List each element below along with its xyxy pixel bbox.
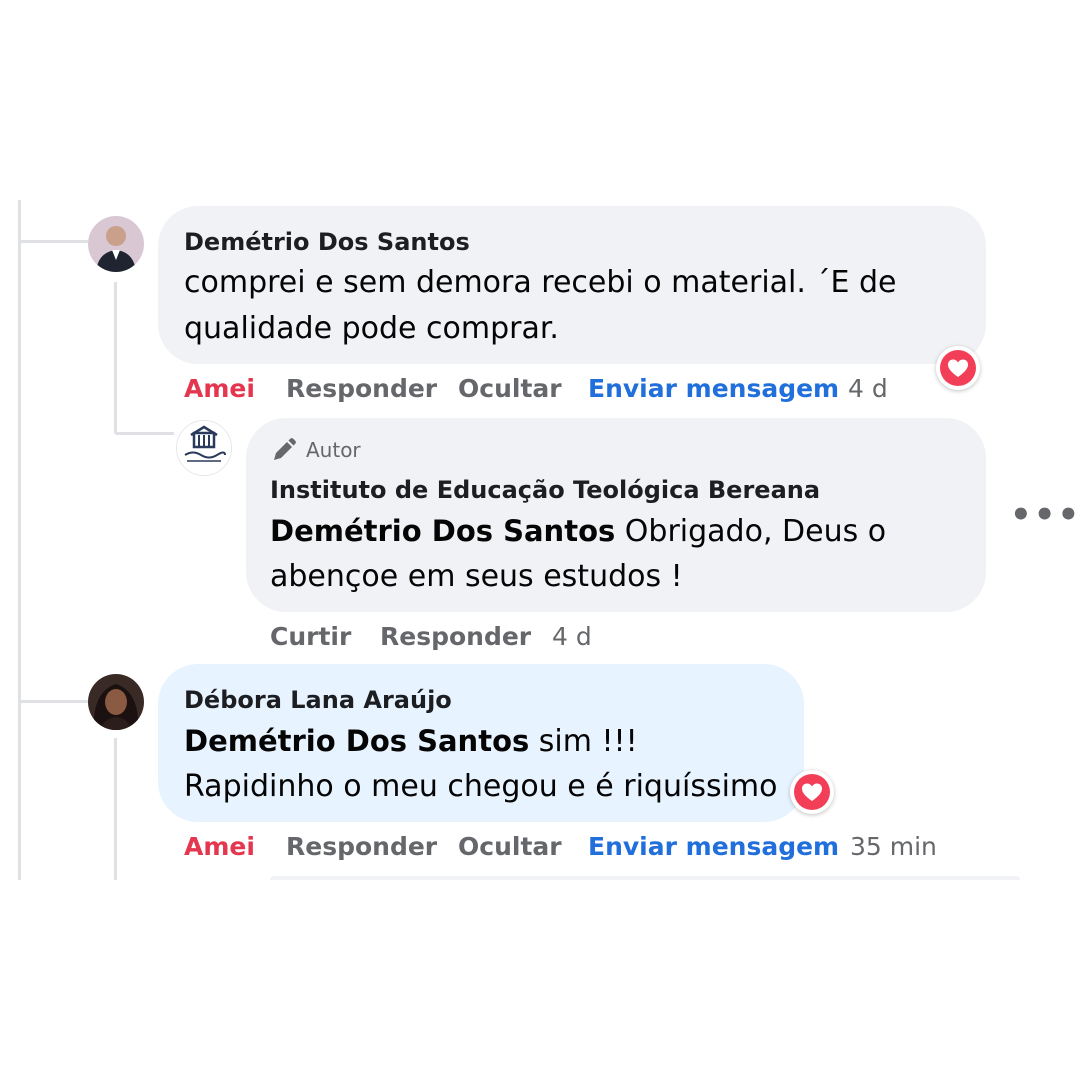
reply-button[interactable]: Responder bbox=[286, 832, 437, 861]
love-button[interactable]: Amei bbox=[184, 374, 255, 403]
hide-button[interactable]: Ocultar bbox=[458, 374, 562, 403]
like-button[interactable]: Curtir bbox=[270, 622, 351, 651]
thread-line bbox=[114, 432, 174, 435]
love-button[interactable]: Amei bbox=[184, 832, 255, 861]
avatar[interactable] bbox=[88, 216, 144, 272]
thread-line bbox=[18, 700, 88, 703]
pen-icon bbox=[274, 438, 296, 460]
comment-text: qualidade pode comprar. bbox=[184, 311, 559, 346]
comment-timestamp[interactable]: 35 min bbox=[850, 832, 937, 861]
comment-actions: Curtir Responder 4 d bbox=[0, 622, 1080, 656]
comment-text: abençoe em seus estudos ! bbox=[270, 559, 683, 594]
avatar[interactable] bbox=[88, 674, 144, 730]
send-message-button[interactable]: Enviar mensagem bbox=[588, 832, 839, 861]
comment-author[interactable]: Instituto de Educação Teológica Bereana bbox=[270, 476, 820, 504]
comment-thread: Demétrio Dos Santos comprei e sem demora… bbox=[0, 0, 1080, 880]
avatar[interactable] bbox=[176, 420, 232, 476]
reply-button[interactable]: Responder bbox=[380, 622, 531, 651]
heart-icon bbox=[794, 774, 830, 810]
comment-timestamp[interactable]: 4 d bbox=[848, 374, 888, 403]
comment-actions: Amei Responder Ocultar Enviar mensagem 4… bbox=[0, 374, 1080, 408]
thread-line bbox=[18, 200, 21, 880]
send-message-button[interactable]: Enviar mensagem bbox=[588, 374, 839, 403]
comment-text-part: sim !!! bbox=[529, 724, 638, 759]
comment-text: Demétrio Dos Santos Obrigado, Deus o bbox=[270, 508, 886, 555]
author-badge: Autor bbox=[270, 436, 361, 464]
comment-author[interactable]: Demétrio Dos Santos bbox=[184, 228, 470, 256]
reaction-badge[interactable] bbox=[790, 770, 834, 814]
comment-author[interactable]: Débora Lana Araújo bbox=[184, 686, 452, 714]
comment-text: Demétrio Dos Santos sim !!! bbox=[184, 718, 638, 765]
author-badge-label: Autor bbox=[306, 438, 361, 462]
comment-timestamp[interactable]: 4 d bbox=[552, 622, 592, 651]
mention-link[interactable]: Demétrio Dos Santos bbox=[184, 724, 529, 758]
comment-text-part: Obrigado, Deus o bbox=[615, 514, 887, 549]
mention-link[interactable]: Demétrio Dos Santos bbox=[270, 514, 615, 548]
comment-text: Rapidinho o meu chegou e é riquíssimo bbox=[184, 769, 778, 804]
comment-text: comprei e sem demora recebi o material. … bbox=[184, 265, 897, 300]
more-options-button[interactable]: ••• bbox=[1010, 498, 1080, 532]
hide-button[interactable]: Ocultar bbox=[458, 832, 562, 861]
reply-button[interactable]: Responder bbox=[286, 374, 437, 403]
comment-actions: Amei Responder Ocultar Enviar mensagem 3… bbox=[0, 832, 1080, 866]
next-comment-edge bbox=[270, 876, 1020, 880]
thread-line bbox=[114, 282, 117, 432]
thread-line bbox=[18, 240, 88, 243]
